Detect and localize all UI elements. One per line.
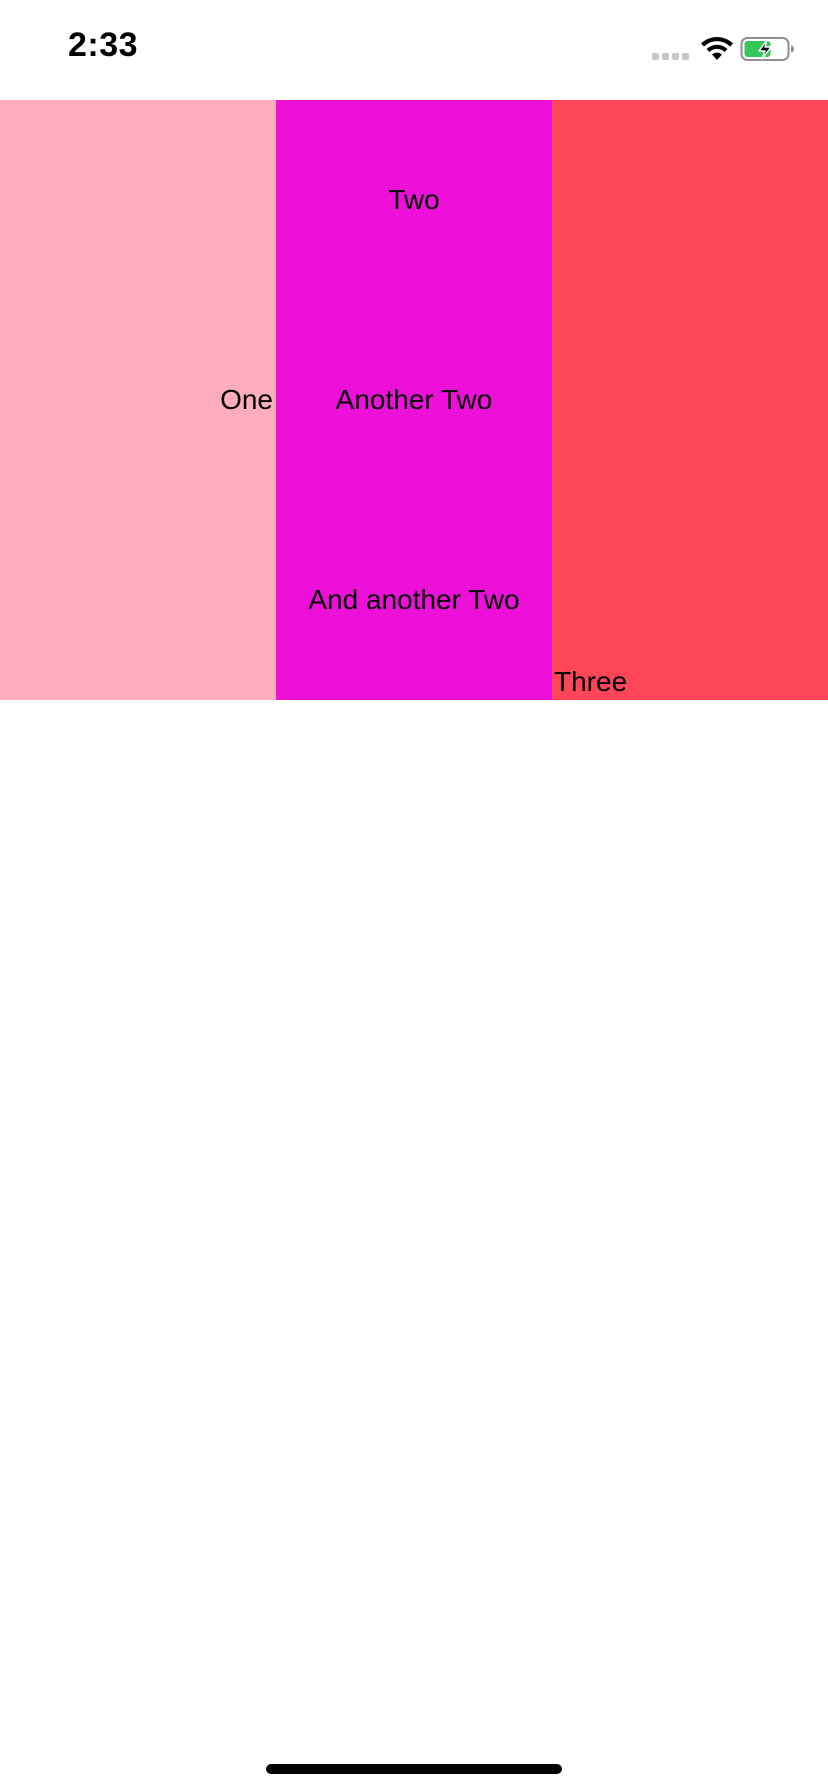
home-indicator[interactable] <box>266 1764 562 1774</box>
battery-charging-icon <box>740 37 794 61</box>
cellular-signal-icon <box>652 53 690 61</box>
label-one: One <box>220 384 273 415</box>
status-bar: 2:33 <box>0 0 828 100</box>
label-another-two: Another Two <box>335 384 493 415</box>
status-time: 2:33 <box>68 26 139 64</box>
wifi-icon <box>701 37 733 60</box>
column-three: Three <box>552 100 828 700</box>
app-screen: 2:33 One Two Another Two And another Two <box>0 0 828 1792</box>
label-two: Two <box>388 184 440 215</box>
label-three: Three <box>554 666 628 697</box>
column-one: One <box>0 100 276 700</box>
label-and-another-two: And another Two <box>308 584 520 615</box>
columns-container: One Two Another Two And another Two Thre… <box>0 100 828 700</box>
column-two: Two Another Two And another Two <box>276 100 552 700</box>
